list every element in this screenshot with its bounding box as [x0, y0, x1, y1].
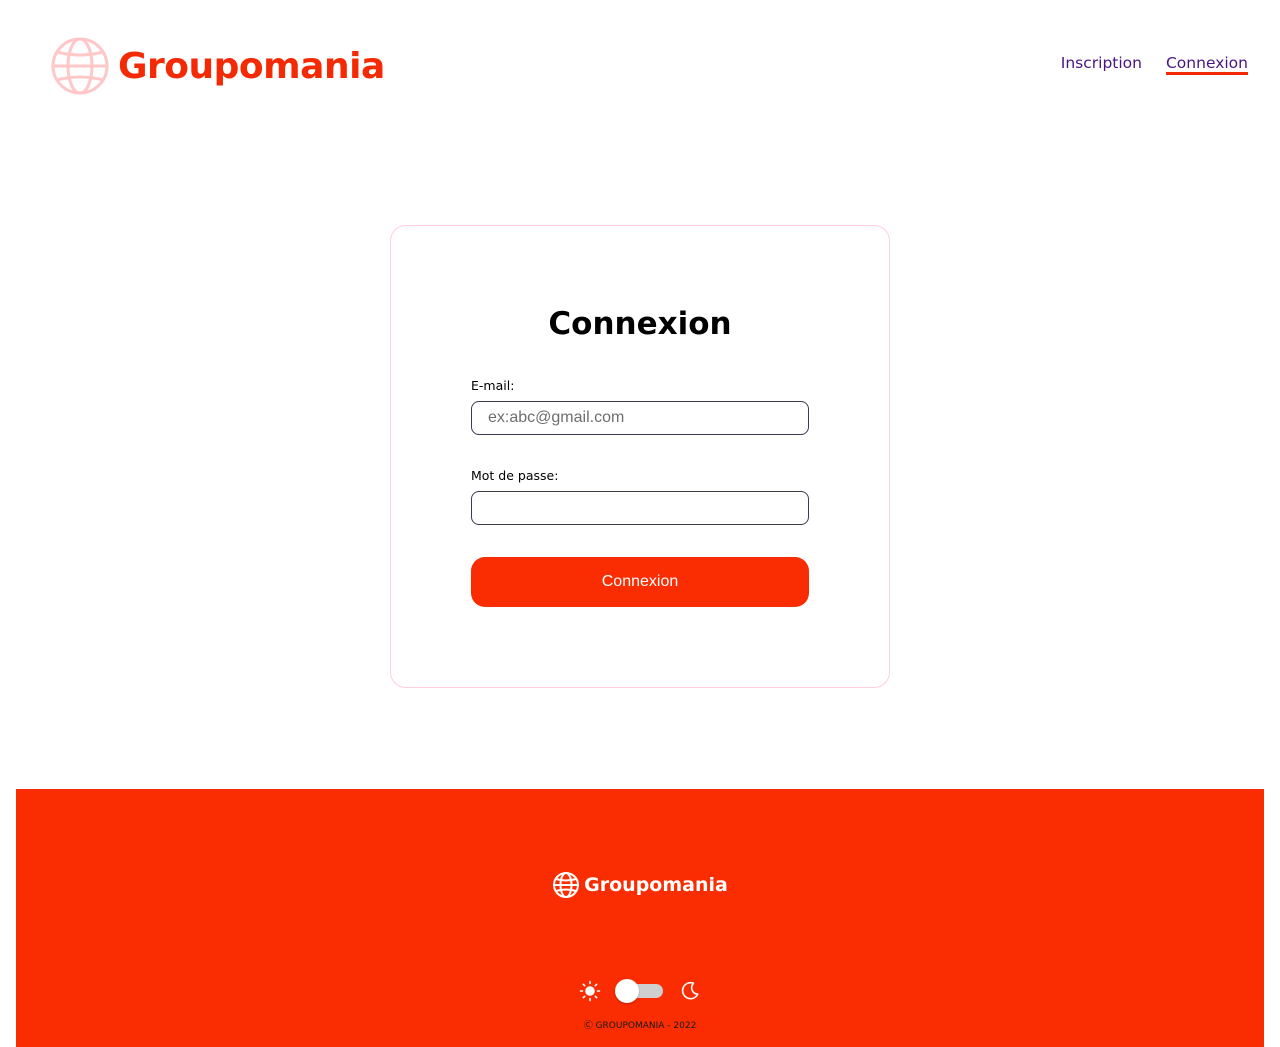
site-logo[interactable]: Groupomania	[50, 36, 385, 96]
email-field[interactable]	[471, 401, 809, 435]
logo-text: Groupomania	[118, 45, 385, 87]
login-title: Connexion	[548, 306, 732, 342]
site-header: Groupomania Inscription Connexion	[0, 0, 1280, 130]
nav-link-inscription[interactable]: Inscription	[1061, 53, 1142, 75]
theme-switcher	[16, 979, 1264, 1003]
password-label: Mot de passe:	[471, 468, 559, 483]
sun-icon	[579, 980, 601, 1002]
globe-icon	[51, 37, 109, 95]
copyright-text: Ⓒ GROUPOMANIA - 2022	[583, 1021, 697, 1031]
toggle-knob[interactable]	[615, 979, 639, 1003]
footer-logo-text: Groupomania	[584, 874, 728, 896]
globe-icon	[553, 872, 580, 898]
password-field[interactable]	[471, 491, 809, 525]
login-button[interactable]: Connexion	[471, 557, 809, 607]
moon-icon	[681, 981, 699, 1000]
login-card: Connexion E-mail: Mot de passe: Connexio…	[390, 225, 890, 688]
footer-logo[interactable]: Groupomania	[16, 871, 1264, 899]
site-footer: Groupomania Ⓒ GROUPOMANIA - 2022	[16, 789, 1264, 1047]
theme-toggle[interactable]	[615, 979, 665, 1003]
nav-link-connexion[interactable]: Connexion	[1165, 53, 1248, 75]
email-label: E-mail:	[471, 378, 515, 393]
main-nav: Inscription Connexion	[1061, 53, 1248, 75]
